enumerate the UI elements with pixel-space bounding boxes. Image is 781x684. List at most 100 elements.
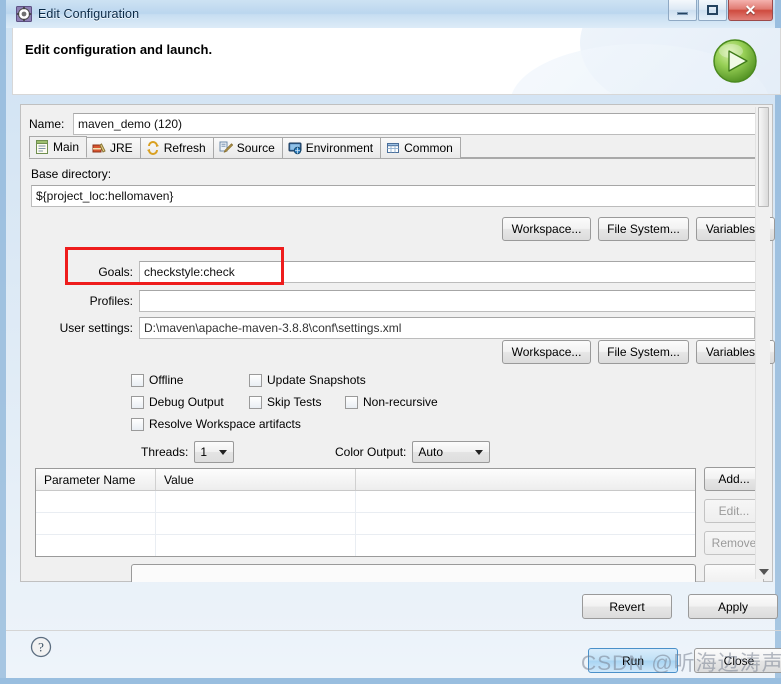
name-input[interactable]: maven_demo (120) (73, 113, 763, 135)
table-cell (156, 491, 356, 512)
settings-filesystem-button[interactable]: File System... (598, 340, 689, 364)
table-cell (36, 491, 156, 512)
goals-input[interactable]: checkstyle:check (139, 261, 759, 283)
configuration-panel: Name: maven_demo (120) Main JRE Refresh … (20, 104, 775, 582)
goals-label: Goals: (98, 265, 133, 279)
threads-value: 1 (200, 445, 208, 459)
threads-combo[interactable]: 1 (194, 441, 235, 463)
debug-output-label: Debug Output (149, 395, 224, 409)
tab-refresh-label: Refresh (163, 141, 206, 155)
name-row: Name: maven_demo (120) (29, 113, 764, 135)
tab-common[interactable]: Common (380, 137, 461, 158)
update-snapshots-checkbox-box[interactable] (249, 373, 262, 387)
environment-tab-icon (288, 141, 302, 155)
base-directory-input[interactable]: ${project_loc:hellomaven} (31, 185, 765, 207)
tab-main[interactable]: Main (29, 136, 88, 158)
tab-refresh[interactable]: Refresh (139, 137, 214, 158)
window-titlebar: Edit Configuration ✕ (6, 0, 775, 28)
jre-tab-icon (92, 141, 106, 155)
user-settings-label: User settings: (59, 321, 133, 335)
maximize-icon (707, 5, 718, 15)
table-cell (156, 535, 356, 556)
offline-checkbox-box[interactable] (131, 373, 144, 387)
close-icon: ✕ (744, 2, 757, 18)
table-cell (356, 491, 695, 512)
footer-divider (6, 630, 781, 631)
color-output-value: Auto (418, 445, 444, 459)
tab-jre[interactable]: JRE (86, 137, 141, 158)
scroll-down-icon[interactable] (759, 569, 769, 575)
table-header-row: Parameter Name Value (36, 469, 695, 491)
parameters-table[interactable]: Parameter Name Value (35, 468, 696, 557)
revert-apply-buttons: Revert Apply (582, 594, 778, 619)
checkbox-non-recursive[interactable]: Non-recursive (345, 395, 438, 409)
profiles-row: Profiles: (87, 289, 765, 313)
close-window-button[interactable]: ✕ (728, 0, 773, 21)
user-settings-input[interactable]: D:\maven\apache-maven-3.8.8\conf\setting… (139, 317, 755, 339)
tab-environment[interactable]: Environment (281, 137, 382, 158)
revert-button[interactable]: Revert (582, 594, 672, 619)
non-recursive-label: Non-recursive (363, 395, 438, 409)
table-row[interactable] (36, 513, 695, 535)
scrollbar-thumb[interactable] (758, 107, 769, 207)
checkbox-skip-tests[interactable]: Skip Tests (249, 395, 321, 409)
table-cell (36, 513, 156, 534)
run-button[interactable]: Run (588, 648, 678, 673)
resolve-workspace-artifacts-checkbox-box[interactable] (131, 417, 144, 431)
profiles-label: Profiles: (89, 294, 133, 308)
run-close-buttons: Run Close (588, 648, 781, 673)
table-row[interactable] (36, 535, 695, 556)
table-cell (356, 513, 695, 534)
profiles-input[interactable] (139, 290, 759, 312)
chevron-down-icon (475, 450, 484, 455)
debug-output-checkbox-box[interactable] (131, 395, 144, 409)
window-controls: ✕ (668, 0, 773, 28)
maximize-button[interactable] (698, 0, 727, 21)
name-label: Name: (29, 117, 65, 131)
tab-environment-label: Environment (305, 141, 374, 155)
resolve-workspace-artifacts-label: Resolve Workspace artifacts (149, 417, 301, 431)
skip-tests-checkbox-box[interactable] (249, 395, 262, 409)
close-button[interactable]: Close (694, 648, 781, 673)
table-row[interactable] (36, 491, 695, 513)
dialog-header: Edit configuration and launch. (12, 28, 781, 95)
base-directory-label: Base directory: (31, 167, 112, 181)
user-settings-row: User settings: D:\maven\apache-maven-3.8… (31, 316, 765, 340)
column-header-value[interactable]: Value (156, 469, 356, 490)
checkbox-update-snapshots[interactable]: Update Snapshots (249, 373, 366, 387)
tab-source[interactable]: Source (212, 137, 283, 158)
chevron-down-icon (219, 450, 228, 455)
settings-workspace-button[interactable]: Workspace... (502, 340, 591, 364)
window-title: Edit Configuration (38, 7, 140, 21)
panel-vertical-scrollbar[interactable] (755, 107, 770, 579)
tab-source-label: Source (236, 141, 275, 155)
header-title: Edit configuration and launch. (25, 42, 213, 57)
checkbox-offline[interactable]: Offline (131, 373, 183, 387)
minimize-icon (677, 11, 688, 15)
update-snapshots-label: Update Snapshots (267, 373, 366, 387)
minimize-button[interactable] (668, 0, 697, 21)
color-output-combo[interactable]: Auto (412, 441, 491, 463)
column-header-parameter-name[interactable]: Parameter Name (36, 469, 156, 490)
edit-configuration-window: Edit Configuration ✕ Edit configuration … (0, 0, 781, 684)
apply-button[interactable]: Apply (688, 594, 778, 619)
offline-label: Offline (149, 373, 184, 387)
checkbox-debug-output[interactable]: Debug Output (131, 395, 224, 409)
non-recursive-checkbox-box[interactable] (345, 395, 358, 409)
color-output-label: Color Output: (335, 445, 407, 459)
tab-jre-label: JRE (110, 141, 133, 155)
table-cell (36, 535, 156, 556)
checkbox-resolve-workspace-artifacts[interactable]: Resolve Workspace artifacts (131, 417, 301, 431)
base-workspace-button[interactable]: Workspace... (502, 217, 591, 241)
base-filesystem-button[interactable]: File System... (598, 217, 689, 241)
threads-label: Threads: (141, 445, 189, 459)
table-cell (356, 535, 695, 556)
column-header-extra[interactable] (356, 469, 695, 490)
goals-row: Goals: checkstyle:check (87, 260, 765, 284)
source-tab-icon (219, 141, 233, 155)
main-tab-icon (35, 140, 49, 154)
user-settings-buttons: Workspace... File System... Variables... (502, 340, 775, 364)
help-button[interactable]: ? (30, 636, 52, 658)
tab-common-label: Common (404, 141, 453, 155)
color-output-row: Color Output: Auto (335, 441, 491, 463)
